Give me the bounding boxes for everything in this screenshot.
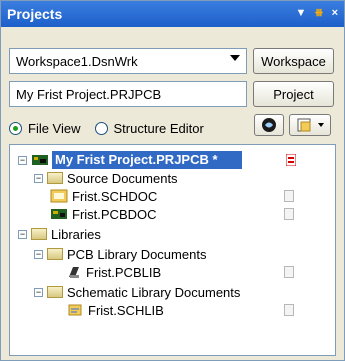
tree-item-source-documents[interactable]: − Source Documents [34, 169, 178, 187]
panel-menu-icon[interactable]: ▼ [295, 5, 306, 21]
panel-controls: ▼ ⧻ × [295, 5, 338, 21]
pcbdoc-label: Frist.PCBDOC [72, 206, 157, 222]
schematic-library-icon [68, 304, 82, 316]
modified-document-icon [286, 154, 296, 166]
document-icon [284, 208, 294, 220]
source-documents-label: Source Documents [67, 170, 178, 186]
tree-item-libraries[interactable]: − Libraries [18, 225, 101, 243]
project-button-label: Project [273, 86, 314, 102]
project-board-icon [32, 155, 48, 165]
collapse-toggle-icon[interactable]: − [18, 155, 27, 165]
folder-icon [47, 286, 63, 298]
pin-icon[interactable]: ⧻ [314, 5, 323, 21]
view-mode-options: File View Structure Editor [9, 118, 204, 138]
schdoc-label: Frist.SCHDOC [72, 188, 158, 204]
pcb-library-documents-label: PCB Library Documents [67, 246, 207, 262]
structure-editor-radio[interactable] [94, 121, 108, 135]
collapse-toggle-icon[interactable]: − [34, 249, 43, 259]
libraries-label: Libraries [51, 226, 101, 242]
pcb-library-icon [69, 267, 79, 278]
chevron-down-icon[interactable] [318, 123, 324, 127]
root-project-label[interactable]: My Frist Project.PRJPCB * [52, 151, 242, 169]
tree-item-root[interactable]: − My Frist Project.PRJPCB * [18, 151, 242, 169]
workspace-select-value: Workspace1.DsnWrk [16, 53, 138, 69]
pcb-doc-icon [51, 209, 67, 219]
document-icon [284, 266, 294, 278]
schematic-library-documents-label: Schematic Library Documents [67, 284, 241, 300]
collapse-toggle-icon[interactable]: − [34, 287, 43, 297]
tree-item-pcblib[interactable]: Frist.PCBLIB [66, 263, 161, 281]
chevron-down-icon[interactable] [230, 55, 240, 61]
tree-item-pcbdoc[interactable]: Frist.PCBDOC [50, 205, 157, 223]
workspace-button-label: Workspace [261, 53, 326, 69]
project-tree: − My Frist Project.PRJPCB * − Source Doc… [9, 144, 336, 356]
document-icon [284, 304, 294, 316]
workspace-button[interactable]: Workspace [253, 48, 334, 74]
tree-item-schlib[interactable]: Frist.SCHLIB [66, 301, 164, 319]
compile-button[interactable] [254, 114, 284, 136]
tree-item-pcb-library-documents[interactable]: − PCB Library Documents [34, 245, 206, 263]
collapse-toggle-icon[interactable]: − [18, 229, 27, 239]
folder-icon [47, 172, 63, 184]
file-view-radio[interactable] [9, 121, 22, 135]
file-view-label[interactable]: File View [28, 121, 81, 136]
tree-item-schematic-library-documents[interactable]: − Schematic Library Documents [34, 283, 240, 301]
project-button[interactable]: Project [253, 81, 334, 107]
folder-icon [47, 248, 63, 260]
schematic-doc-icon [50, 189, 68, 203]
close-icon[interactable]: × [332, 5, 338, 21]
panel-title: Projects [7, 6, 63, 22]
workspace-select[interactable]: Workspace1.DsnWrk [9, 48, 247, 74]
document-options-icon [297, 118, 311, 132]
projects-panel: Projects ▼ ⧻ × Workspace1.DsnWrk Workspa… [0, 0, 345, 361]
collapse-toggle-icon[interactable]: − [34, 173, 43, 183]
pcblib-label: Frist.PCBLIB [86, 264, 162, 280]
document-icon [284, 190, 294, 202]
schlib-label: Frist.SCHLIB [88, 302, 164, 318]
document-options-button[interactable] [289, 114, 331, 136]
project-field[interactable]: My Frist Project.PRJPCB [9, 81, 247, 107]
tree-item-schdoc[interactable]: Frist.SCHDOC [50, 187, 157, 205]
panel-title-bar[interactable]: Projects ▼ ⧻ × [1, 1, 344, 27]
project-field-value: My Frist Project.PRJPCB [16, 86, 162, 102]
compile-icon [262, 118, 276, 132]
structure-editor-label[interactable]: Structure Editor [114, 121, 204, 136]
folder-icon [31, 228, 47, 240]
